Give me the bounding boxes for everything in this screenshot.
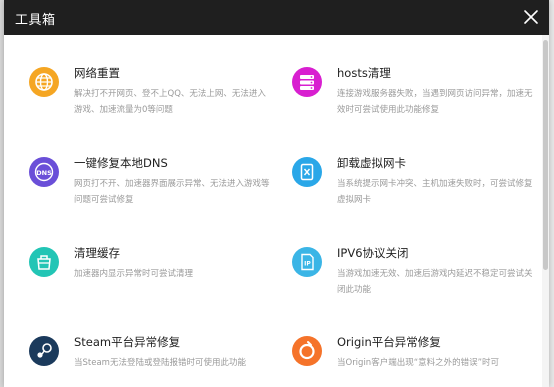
tool-description: 解决打不开网页、登不上QQ、无法上网、无法进入游戏、加速流量为0等问题 xyxy=(74,89,266,115)
globe-icon xyxy=(29,67,59,97)
svg-text:IP: IP xyxy=(304,261,311,268)
tool-description: 当Origin客户端出现“意料之外的错误”时可 xyxy=(337,358,499,368)
network-card-icon xyxy=(292,157,322,187)
clean-cache-icon xyxy=(29,247,59,277)
tool-steam-repair[interactable]: Steam平台异常修复 当Steam无法登陆或登陆报错时可使用此功能 xyxy=(29,334,269,387)
server-icon xyxy=(292,67,322,97)
dialog-title: 工具箱 xyxy=(15,13,56,28)
dns-icon: DNS xyxy=(29,157,59,187)
close-button[interactable] xyxy=(519,5,543,29)
tool-disable-ipv6[interactable]: IP IPV6协议关闭 当游戏加速无效、加速后游戏内延迟不稳定可尝试关闭此功能 xyxy=(292,245,533,309)
tool-fix-dns[interactable]: DNS 一键修复本地DNS 网页打不开、加速器界面展示异常、无法进入游戏等问题可… xyxy=(29,155,270,219)
toolbox-dialog: 工具箱 网络重置 解决打不开网页、登不上QQ、无法上网、无法进入游戏、加速流量为… xyxy=(4,0,549,387)
steam-icon xyxy=(29,336,59,366)
tool-origin-repair[interactable]: Origin平台异常修复 当Origin客户端出现“意料之外的错误”时可 xyxy=(292,334,532,387)
tool-description: 加速器内显示异常时可尝试清理 xyxy=(74,269,194,279)
svg-text:DNS: DNS xyxy=(36,169,52,177)
title-bar: 工具箱 xyxy=(4,0,549,35)
tool-name: 一键修复本地DNS xyxy=(74,156,168,170)
ipv6-icon: IP xyxy=(292,247,322,277)
tool-name: Steam平台异常修复 xyxy=(74,335,181,349)
tool-network-reset[interactable]: 网络重置 解决打不开网页、登不上QQ、无法上网、无法进入游戏、加速流量为0等问题 xyxy=(29,65,269,129)
tool-uninstall-virtual-nic[interactable]: 卸载虚拟网卡 当系统提示网卡冲突、主机加速失败时，可尝试修复虚拟网卡 xyxy=(292,155,533,219)
tool-description: 当系统提示网卡冲突、主机加速失败时，可尝试修复虚拟网卡 xyxy=(337,179,533,205)
tool-clear-cache[interactable]: 清理缓存 加速器内显示异常时可尝试清理 xyxy=(29,245,269,309)
tool-name: 卸载虚拟网卡 xyxy=(337,156,406,170)
tool-description: 连接游戏服务器失败，当遇到网页访问异常，加速无效时可尝试使用此功能修复 xyxy=(337,89,533,115)
tool-description: 当Steam无法登陆或登陆报错时可使用此功能 xyxy=(74,358,246,368)
scrollbar-thumb[interactable] xyxy=(543,40,548,270)
tool-name: 清理缓存 xyxy=(74,246,120,260)
tool-name: Origin平台异常修复 xyxy=(337,335,441,349)
origin-icon xyxy=(292,336,322,366)
tool-name: IPV6协议关闭 xyxy=(337,246,409,260)
close-icon xyxy=(524,10,538,24)
tool-grid: 网络重置 解决打不开网页、登不上QQ、无法上网、无法进入游戏、加速流量为0等问题… xyxy=(4,35,549,387)
tool-description: 网页打不开、加速器界面展示异常、无法进入游戏等问题可尝试修复 xyxy=(74,179,270,205)
tool-name: hosts清理 xyxy=(337,66,391,80)
tool-hosts-clean[interactable]: hosts清理 连接游戏服务器失败，当遇到网页访问异常，加速无效时可尝试使用此功… xyxy=(292,65,533,129)
tool-description: 当游戏加速无效、加速后游戏内延迟不稳定可尝试关闭此功能 xyxy=(337,269,533,295)
tool-name: 网络重置 xyxy=(74,66,120,80)
